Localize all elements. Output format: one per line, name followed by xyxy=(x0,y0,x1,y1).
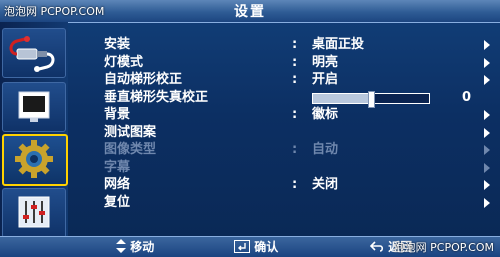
separator: : xyxy=(292,142,298,157)
chevron-right-icon xyxy=(484,180,490,190)
menu-item-label: 复位 xyxy=(104,194,131,210)
chevron-right-icon xyxy=(484,57,490,68)
menu-item-vertical-keystone[interactable]: 垂直梯形失真校正 0 xyxy=(104,89,494,108)
menu-item-label: 字幕 xyxy=(104,159,131,175)
chevron-right-icon xyxy=(484,75,490,85)
menu-item-label: 背景 xyxy=(104,107,131,122)
category-picture[interactable] xyxy=(2,82,66,132)
menu-item-value: 明亮 xyxy=(312,54,339,70)
menu-item-label: 灯模式 xyxy=(104,54,144,70)
chevron-right-icon xyxy=(484,127,490,138)
separator: : xyxy=(292,107,298,122)
equalizer-sliders-icon xyxy=(18,196,50,228)
chevron-right-icon xyxy=(484,145,490,155)
menu-item-label: 网络 xyxy=(104,177,131,192)
menu-item-value: 徽标 xyxy=(312,107,339,122)
settings-gear-icon xyxy=(15,140,53,178)
title-bar: 设置 泡泡网 PCPOP.COM xyxy=(0,0,500,23)
menu-item-lamp-mode[interactable]: 灯模式 : 明亮 xyxy=(104,54,494,72)
menu-item-value: 关闭 xyxy=(312,177,339,192)
osd-screen: 设置 泡泡网 PCPOP.COM 安装: 桌面正投 灯模式: 明亮 自动梯形… xyxy=(0,0,500,257)
slider-fill xyxy=(313,93,371,103)
separator: : xyxy=(292,72,298,87)
move-label: 移动 xyxy=(130,240,155,254)
watermark-bottom: 泡泡网 PCPOP.COM xyxy=(393,241,494,254)
menu-item-label: 图像类型 xyxy=(104,142,157,157)
menu-item-test-pattern[interactable]: 测试图案 xyxy=(104,124,494,142)
menu-item-auto-keystone[interactable]: 自动梯形校正 : 开启 xyxy=(104,71,494,89)
enter-hint: 确认 xyxy=(234,238,278,255)
menu-item-label: 自动梯形校正 xyxy=(104,72,183,87)
menu-item-reset[interactable]: 复位 xyxy=(104,194,494,212)
menu-item-image-type: 图像类型 : 自动 xyxy=(104,141,494,159)
menu-item-label: 安装 xyxy=(104,37,131,52)
menu-item-install[interactable]: 安装 : 桌面正投 xyxy=(104,36,494,54)
category-input[interactable] xyxy=(2,28,66,78)
menu-item-value: 开启 xyxy=(312,72,339,87)
chevron-right-icon xyxy=(484,110,490,120)
category-sidebar xyxy=(0,22,68,238)
chevron-right-icon xyxy=(484,197,490,208)
enter-label: 确认 xyxy=(254,240,279,254)
menu-item-network[interactable]: 网络 : 关闭 xyxy=(104,176,494,194)
hint-bar: 移动 确认 返回 泡泡网 PCPOP.COM xyxy=(0,236,500,257)
keystone-slider[interactable] xyxy=(312,90,430,108)
category-settings[interactable] xyxy=(2,134,68,186)
chevron-right-icon xyxy=(484,40,490,50)
input-plug-icon xyxy=(9,36,55,72)
up-down-arrow-icon xyxy=(116,239,126,253)
return-arrow-icon xyxy=(369,241,384,252)
picture-screen-icon xyxy=(18,91,50,122)
watermark-top: 泡泡网 PCPOP.COM xyxy=(4,5,105,18)
menu-item-label: 测试图案 xyxy=(104,124,157,140)
menu-item-subtitles: 字幕 xyxy=(104,159,494,177)
menu-item-label: 垂直梯形失真校正 xyxy=(104,89,209,105)
separator: : xyxy=(292,37,298,52)
enter-key-icon xyxy=(234,240,250,253)
slider-thumb[interactable] xyxy=(368,90,375,108)
settings-menu: 安装 : 桌面正投 灯模式 : 明亮 自动梯形校正 : 开启 垂直梯形失真校正 … xyxy=(104,36,494,211)
chevron-right-icon xyxy=(484,162,490,173)
slider-value: 0 xyxy=(462,89,472,105)
menu-item-background[interactable]: 背景 : 徽标 xyxy=(104,106,494,124)
category-equalizer[interactable] xyxy=(2,188,66,238)
menu-item-value: 桌面正投 xyxy=(312,37,365,52)
separator: : xyxy=(292,177,298,192)
menu-item-value: 自动 xyxy=(312,142,339,157)
move-hint: 移动 xyxy=(116,238,154,255)
separator: : xyxy=(292,54,298,70)
